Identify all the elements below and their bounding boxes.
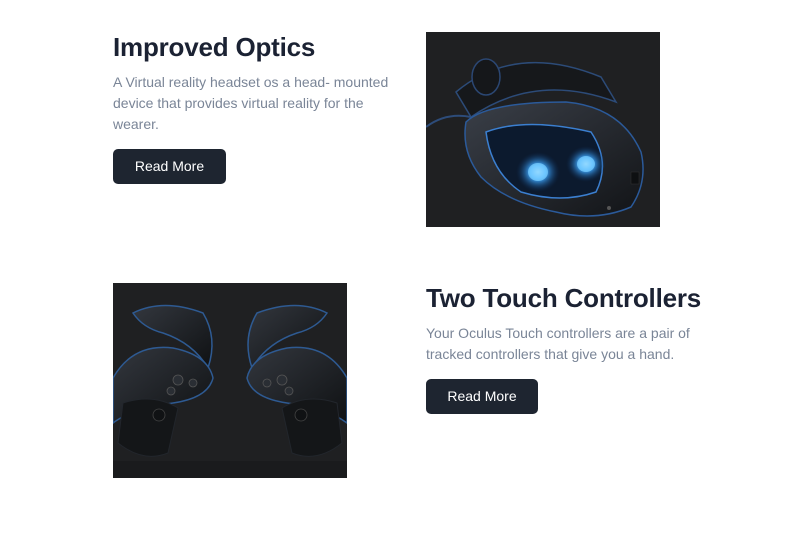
feature-controllers: Two Touch Controllers Your Oculus Touch … — [426, 283, 726, 414]
read-more-button-controllers[interactable]: Read More — [426, 379, 538, 414]
touch-controllers-illustration — [113, 283, 347, 478]
features-section: Improved Optics A Virtual reality headse… — [0, 0, 805, 536]
vr-headset-image — [426, 32, 660, 227]
feature-title-optics: Improved Optics — [113, 32, 316, 62]
feature-description-optics: A Virtual reality headset os a head- mou… — [113, 74, 389, 132]
touch-controllers-image — [113, 283, 347, 478]
feature-optics: Improved Optics A Virtual reality headse… — [113, 32, 398, 184]
feature-description-controllers: Your Oculus Touch controllers are a pair… — [426, 325, 690, 362]
feature-title-controllers: Two Touch Controllers — [426, 283, 702, 313]
read-more-button-optics[interactable]: Read More — [113, 149, 226, 184]
vr-headset-illustration — [426, 32, 660, 227]
